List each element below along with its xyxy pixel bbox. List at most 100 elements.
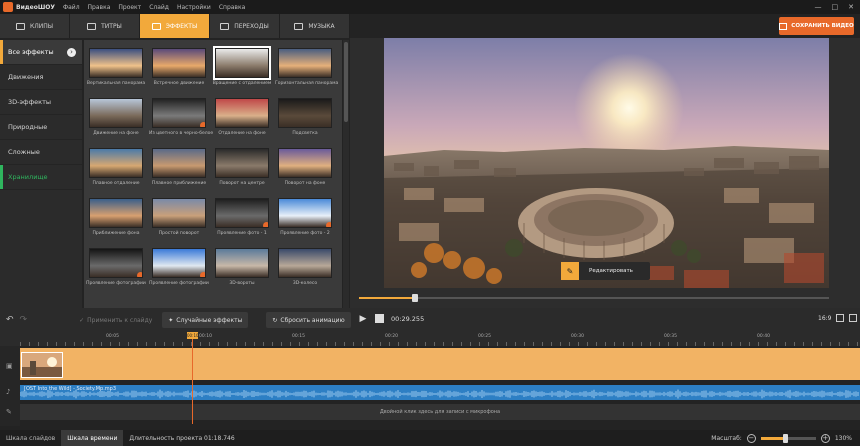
play-button[interactable]: ▶ <box>356 312 370 326</box>
zoom-in-button[interactable]: + <box>820 433 830 443</box>
effect-thumbnail[interactable] <box>215 248 269 278</box>
playhead[interactable] <box>192 332 193 424</box>
undo-icon[interactable]: ↶ <box>6 315 14 325</box>
edit-button[interactable]: ✎ Редактировать <box>561 262 650 280</box>
effect-tile[interactable]: Проявление фотографии <box>149 248 209 286</box>
tab-slide-timeline[interactable]: Шкала слайдов <box>0 430 61 446</box>
fit-icon[interactable] <box>836 314 844 322</box>
effects-scrollbar-thumb[interactable] <box>344 42 348 122</box>
effect-tile[interactable]: Проявление фото - 2 <box>275 198 335 236</box>
effect-thumbnail[interactable] <box>215 148 269 178</box>
ruler-minor-tick <box>200 342 201 346</box>
effect-tile[interactable]: Плавное приближение <box>149 148 209 186</box>
effect-tile[interactable]: Из цветного в черно-белое <box>149 98 213 136</box>
maximize-icon[interactable]: □ <box>832 3 839 11</box>
effect-thumbnail[interactable] <box>278 248 332 278</box>
effect-tile[interactable]: Встречное движение <box>149 48 209 86</box>
effect-thumbnail[interactable] <box>278 148 332 178</box>
tab-music[interactable]: МУЗЫКА <box>280 14 350 38</box>
ruler-minor-tick <box>470 342 471 346</box>
zoom-out-button[interactable]: − <box>746 433 756 443</box>
effect-tile[interactable]: Поворот на фоне <box>275 148 335 186</box>
minimize-icon[interactable]: — <box>815 3 822 11</box>
microphone-track[interactable]: Двойной клик здесь для записи с микрофон… <box>20 404 860 420</box>
menu-help[interactable]: Справка <box>219 4 245 11</box>
menu-file[interactable]: Файл <box>63 4 80 11</box>
tab-transitions[interactable]: ПЕРЕХОДЫ <box>210 14 280 38</box>
menu-slide[interactable]: Слайд <box>149 4 169 11</box>
effect-tile[interactable]: Простой поворот <box>149 198 209 236</box>
preview-progress-track[interactable] <box>359 297 829 299</box>
menu-project[interactable]: Проект <box>118 4 141 11</box>
tab-titles[interactable]: ТИТРЫ <box>70 14 140 38</box>
video-track[interactable] <box>20 348 860 380</box>
fullscreen-icon[interactable] <box>849 314 857 322</box>
category-storage[interactable]: Хранилище <box>0 165 82 190</box>
effect-tile[interactable]: Проявление фото - 1 <box>212 198 272 236</box>
effect-tile[interactable]: Отдаление на фоне <box>212 98 272 136</box>
playhead-handle[interactable]: 00:10 <box>187 332 199 339</box>
category-nature[interactable]: Природные <box>0 115 82 140</box>
play-icon: ▶ <box>359 314 367 324</box>
audio-track[interactable] <box>20 385 860 400</box>
tab-effects[interactable]: ЭФФЕКТЫ <box>140 14 210 38</box>
effect-thumbnail[interactable] <box>89 48 143 78</box>
effect-tile[interactable]: Вертикальная панорама <box>86 48 146 86</box>
slide-clip-thumbnail[interactable] <box>21 352 63 378</box>
effect-thumbnail[interactable] <box>89 248 143 278</box>
effect-thumbnail[interactable] <box>152 248 206 278</box>
aspect-ratio[interactable]: 16:9 <box>818 315 831 322</box>
effect-label: Поворот на фоне <box>284 181 326 186</box>
effect-tile[interactable]: Горизонтальная панорама <box>275 48 338 86</box>
category-complex[interactable]: Сложные <box>0 140 82 165</box>
effect-thumbnail[interactable] <box>152 98 206 128</box>
effect-tile[interactable]: Проявление фотографии <box>86 248 146 286</box>
effect-tile[interactable]: Движение на фоне <box>86 98 146 136</box>
menu-settings[interactable]: Настройки <box>177 4 211 11</box>
apply-to-slide-button[interactable]: ✓ Применить к слайду <box>73 312 158 328</box>
zoom-slider-handle[interactable] <box>782 433 788 443</box>
effect-thumbnail[interactable] <box>152 48 206 78</box>
category-all[interactable]: Все эффекты › <box>0 40 82 65</box>
tab-time-timeline[interactable]: Шкала времени <box>61 430 124 446</box>
category-3d[interactable]: 3D-эффекты <box>0 90 82 115</box>
effect-tile[interactable]: 3D-колесо <box>275 248 335 286</box>
title-bar: ВидеоШОУ Файл Правка Проект Слайд Настро… <box>0 0 860 14</box>
menu-edit[interactable]: Правка <box>88 4 111 11</box>
effect-thumbnail[interactable] <box>213 46 271 80</box>
music-icon <box>294 22 304 30</box>
effect-thumbnail[interactable] <box>278 98 332 128</box>
ruler-minor-tick <box>722 342 723 346</box>
effect-thumbnail[interactable] <box>89 148 143 178</box>
redo-icon[interactable]: ↷ <box>20 315 28 325</box>
close-icon[interactable]: ✕ <box>848 3 854 11</box>
effect-thumbnail[interactable] <box>152 198 206 228</box>
tab-clips[interactable]: КЛИПЫ <box>0 14 70 38</box>
reset-animation-button[interactable]: ↻ Сбросить анимацию <box>266 312 351 328</box>
effect-thumbnail[interactable] <box>278 198 332 228</box>
effect-tile[interactable]: Вращение с отдалением <box>212 46 272 86</box>
random-effects-button[interactable]: ✦ Случайные эффекты <box>162 312 249 328</box>
timeline-ruler[interactable]: 00:05 00:10 00:15 00:20 00:25 00:30 00:35 00:40 <box>0 332 860 346</box>
save-video-button[interactable]: СОХРАНИТЬ ВИДЕО <box>779 17 854 35</box>
zoom-slider[interactable] <box>760 433 816 443</box>
effect-label: Проявление фотографии <box>149 281 209 286</box>
effect-thumbnail[interactable] <box>89 98 143 128</box>
category-motion[interactable]: Движения <box>0 65 82 90</box>
effect-tile[interactable]: Подсветка <box>275 98 335 136</box>
effect-tile[interactable]: Плавное отдаление <box>86 148 146 186</box>
effect-tile[interactable]: 3D-вороты <box>212 248 272 286</box>
effect-tile[interactable]: Приближение фона <box>86 198 146 236</box>
effect-thumbnail[interactable] <box>215 98 269 128</box>
stop-button[interactable] <box>375 314 384 323</box>
effect-thumbnail[interactable] <box>152 148 206 178</box>
effect-thumbnail[interactable] <box>215 198 269 228</box>
preview-progress-handle[interactable] <box>412 294 419 302</box>
effect-tile[interactable]: Поворот на центре <box>212 148 272 186</box>
ruler-minor-tick <box>578 342 579 346</box>
effect-thumbnail[interactable] <box>278 48 332 78</box>
ruler-minor-tick <box>317 342 318 346</box>
ruler-minor-tick <box>209 342 210 346</box>
effect-thumbnail[interactable] <box>89 198 143 228</box>
ruler-minor-tick <box>686 342 687 346</box>
